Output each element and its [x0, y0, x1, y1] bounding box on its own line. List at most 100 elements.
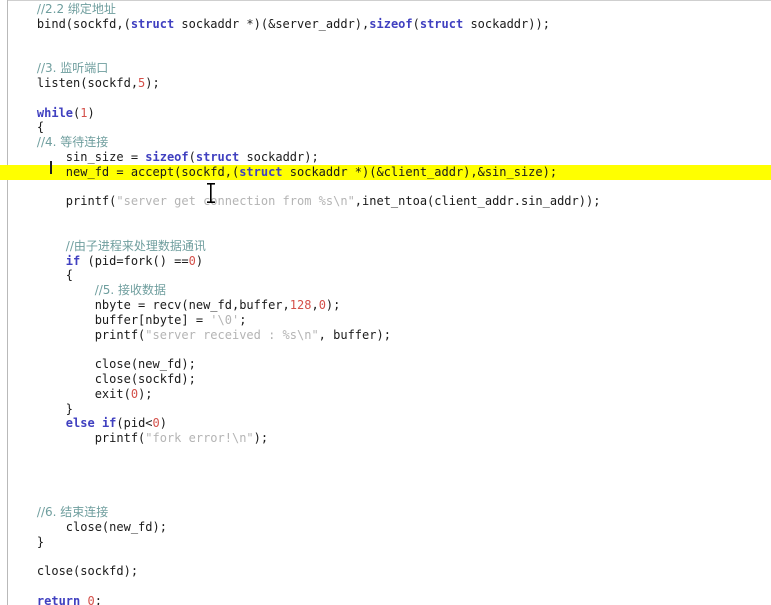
code-token-num: 0 [318, 297, 326, 312]
code-line[interactable]: if (pid=fork() ==0) [0, 254, 771, 269]
code-line[interactable]: //5. 接收数据 [0, 283, 771, 298]
code-line[interactable]: while(1) [0, 106, 771, 121]
code-token-plain: listen(sockfd, [8, 75, 139, 90]
code-line[interactable]: exit(0); [0, 387, 771, 402]
code-token-kw: sizeof [369, 16, 413, 31]
code-line[interactable]: //4. 等待连接 [0, 135, 771, 150]
code-token-plain: { [8, 120, 45, 135]
text-insertion-caret [50, 161, 52, 174]
code-token-plain: ; [239, 312, 247, 327]
code-line[interactable]: close(sockfd); [0, 564, 771, 579]
code-editor-surface[interactable]: //2.2 绑定地址 bind(sockfd,(struct sockaddr … [0, 0, 771, 605]
code-line[interactable] [0, 579, 771, 594]
code-line[interactable] [0, 549, 771, 564]
code-line[interactable] [0, 446, 771, 461]
code-token-str: "server get connection from %s\n" [116, 194, 355, 209]
code-token-plain: bind(sockfd,( [8, 16, 131, 31]
code-token-num: 0 [152, 416, 160, 431]
code-token-cmt-cn: //5. 接收数据 [94, 283, 167, 298]
code-token-kw: if [65, 253, 81, 268]
code-token-plain: close(new_fd); [8, 519, 167, 534]
code-line[interactable]: { [0, 120, 771, 135]
code-token-plain: printf( [8, 431, 146, 446]
code-line[interactable]: } [0, 535, 771, 550]
code-line[interactable] [0, 342, 771, 357]
code-token-plain: printf( [8, 194, 117, 209]
code-token-plain: new_fd = accept(sockfd,( [8, 164, 240, 179]
code-token-cmt-cn: //由子进程来处理数据通讯 [65, 238, 206, 253]
code-token-plain: sockaddr *)(&client_addr),&sin_size); [282, 164, 558, 179]
code-line[interactable] [0, 476, 771, 491]
code-line[interactable]: close(new_fd); [0, 520, 771, 535]
code-token-cmt-cn: //6. 结束连接 [36, 505, 109, 520]
code-token-cmt-cn: //3. 监听端口 [36, 61, 109, 76]
code-token-kw: struct [195, 149, 240, 164]
code-token-plain: (pid< [116, 416, 153, 431]
code-line[interactable]: nbyte = recv(new_fd,buffer,128,0); [0, 298, 771, 313]
code-line[interactable]: //由子进程来处理数据通讯 [0, 239, 771, 254]
code-token-kw: while [36, 105, 74, 120]
code-token-plain: ) [195, 253, 204, 268]
code-token-plain: , buffer); [318, 327, 391, 342]
code-token-plain: == [174, 253, 189, 268]
code-line[interactable]: buffer[nbyte] = '\0'; [0, 313, 771, 328]
code-line[interactable]: printf("server get connection from %s\n"… [0, 194, 771, 209]
code-line[interactable] [0, 32, 771, 47]
code-line[interactable]: else if(pid<0) [0, 416, 771, 431]
code-line[interactable] [0, 490, 771, 505]
code-token-num: 0 [87, 593, 95, 605]
code-line[interactable] [0, 180, 771, 195]
code-token-str: "server received : %s\n" [145, 327, 319, 342]
code-token-kw: return [36, 593, 81, 605]
code-line[interactable]: printf("fork error!\n"); [0, 431, 771, 446]
code-line[interactable]: } [0, 402, 771, 417]
code-line[interactable]: close(sockfd); [0, 372, 771, 387]
code-line[interactable]: sin_size = sizeof(struct sockaddr); [0, 150, 771, 165]
code-token-cmt-cn: //2.2 绑定地址 [36, 2, 116, 16]
code-line[interactable]: bind(sockfd,(struct sockaddr *)(&server_… [0, 17, 771, 32]
code-token-str: '\0' [210, 312, 240, 327]
code-token-plain: ); [325, 297, 341, 312]
code-line-active[interactable]: new_fd = accept(sockfd,(struct sockaddr … [0, 164, 771, 180]
code-token-plain: sockaddr); [239, 149, 319, 164]
code-token-plain: close(sockfd); [8, 371, 196, 386]
code-token-plain: , [311, 297, 319, 312]
code-token-plain: close(sockfd); [8, 564, 139, 579]
code-line[interactable]: { [0, 268, 771, 283]
code-line[interactable]: //3. 监听端口 [0, 61, 771, 76]
code-line[interactable] [0, 224, 771, 239]
code-token-plain: } [8, 401, 74, 416]
code-line[interactable]: //2.2 绑定地址 [0, 2, 771, 17]
code-token-plain: nbyte = recv(new_fd,buffer, [8, 297, 290, 312]
code-token-plain: ) [159, 416, 167, 431]
code-token-plain: sockaddr *)(&server_addr), [174, 16, 370, 31]
code-token-plain: } [8, 534, 45, 549]
code-token-plain: ) [87, 105, 95, 120]
code-line[interactable]: return 0; [0, 594, 771, 605]
code-token-plain: (pid=fork() [80, 253, 175, 268]
code-token-num: 128 [289, 297, 312, 312]
code-line[interactable]: listen(sockfd,5); [0, 76, 771, 91]
code-token-plain: sin_size = [8, 149, 146, 164]
code-line[interactable]: close(new_fd); [0, 357, 771, 372]
code-line[interactable] [0, 46, 771, 61]
code-line[interactable]: //6. 结束连接 [0, 505, 771, 520]
code-token-plain: ( [412, 16, 420, 31]
code-text-area[interactable]: //2.2 绑定地址 bind(sockfd,(struct sockaddr … [0, 0, 771, 605]
code-token-num: 1 [80, 105, 88, 120]
code-line[interactable] [0, 91, 771, 106]
code-line[interactable] [0, 461, 771, 476]
code-token-kw: struct [239, 164, 283, 179]
code-line[interactable] [0, 209, 771, 224]
code-token-plain: ); [145, 75, 160, 90]
code-line[interactable]: printf("server received : %s\n", buffer)… [0, 328, 771, 343]
code-token-kw: struct [419, 16, 464, 31]
code-token-kw: struct [130, 16, 175, 31]
